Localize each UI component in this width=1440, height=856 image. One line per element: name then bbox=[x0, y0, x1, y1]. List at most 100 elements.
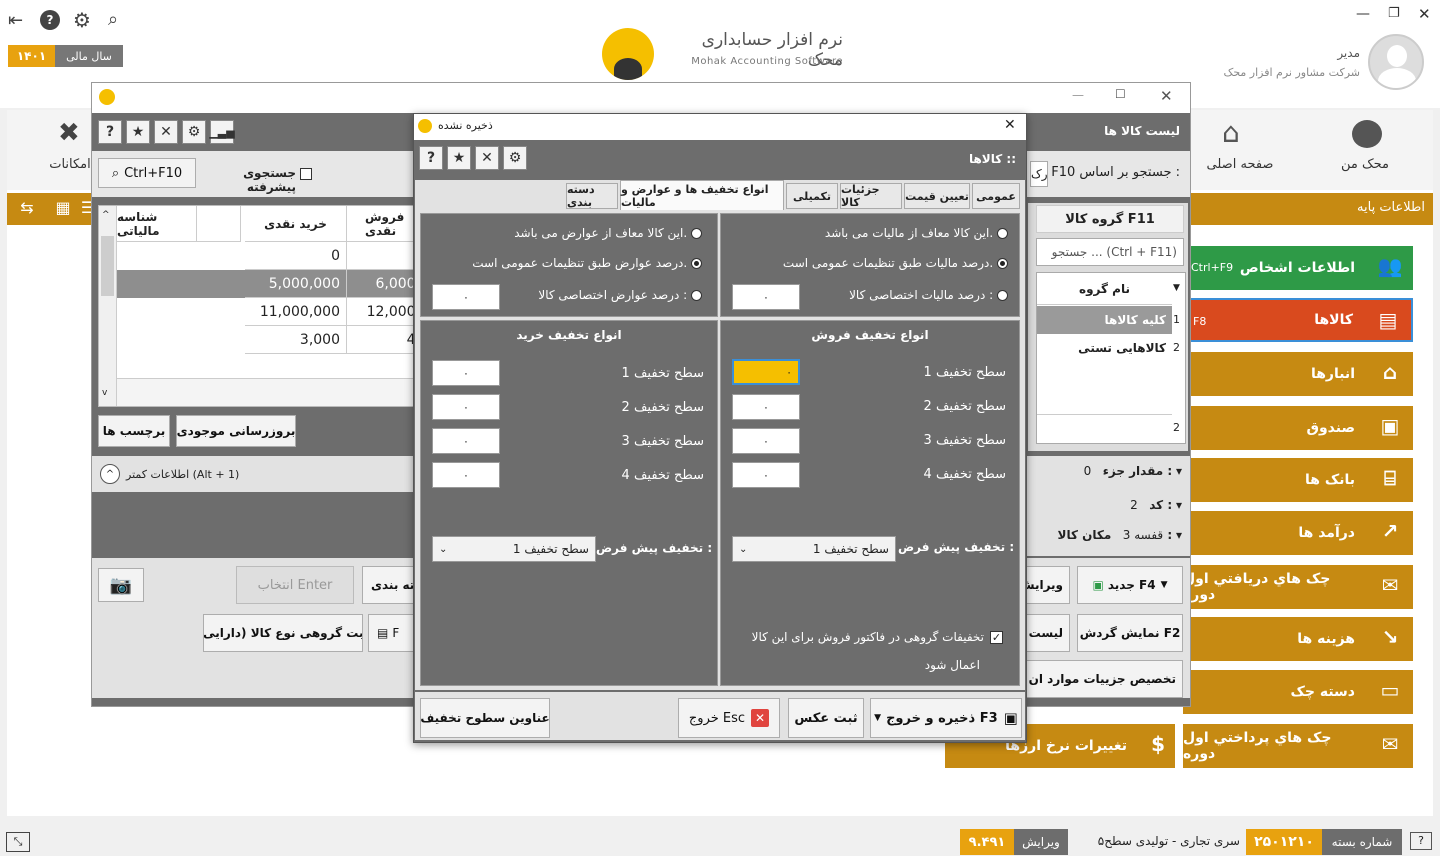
buy-level-4-input[interactable]: ۰ bbox=[432, 462, 500, 488]
update-stock-button[interactable]: بروزرسانی موجودی bbox=[176, 415, 296, 447]
table-row-selected[interactable]: 5,000,000 6,000, bbox=[117, 270, 415, 298]
sidebar-item-paid-cheques[interactable]: چک هاي پرداختي اول دوره ✉ bbox=[1183, 724, 1413, 768]
labels-button[interactable]: برچسب ها bbox=[98, 415, 170, 447]
advanced-search-checkbox[interactable] bbox=[300, 168, 312, 180]
collapse-icon[interactable]: ⇆ bbox=[10, 198, 44, 220]
minimize-icon[interactable]: — bbox=[1356, 6, 1370, 22]
specialize-details-button[interactable]: ▼تخصیص جزییات موارد ان bbox=[1026, 660, 1183, 698]
search-icon[interactable]: ⌕ bbox=[108, 9, 118, 30]
less-info-label[interactable]: اطلاعات کمتر (Alt + 1) bbox=[126, 468, 240, 481]
show-turnover-button[interactable]: نمایش گردش F2 bbox=[1077, 614, 1183, 652]
goods-window-minimize-icon[interactable]: — bbox=[1072, 88, 1084, 102]
grid-hscroll[interactable] bbox=[117, 378, 415, 406]
tab-general[interactable]: عمومی bbox=[972, 183, 1020, 209]
select-input[interactable]: انتخاب Enter bbox=[236, 566, 354, 604]
search-basis-value[interactable]: بارک bbox=[1030, 161, 1048, 187]
sale-level-4-input[interactable]: ۰ bbox=[732, 462, 800, 488]
group-search-input[interactable]: جستجو ... (Ctrl + F11) bbox=[1036, 238, 1184, 266]
table-row[interactable]: 3,000 4, bbox=[117, 326, 415, 354]
search-key-button[interactable]: ⌕ Ctrl+F10 bbox=[98, 158, 196, 188]
my-mohak-label[interactable]: محک من bbox=[1320, 157, 1410, 172]
status-help-icon[interactable]: ? bbox=[1410, 832, 1432, 850]
register-photo-button[interactable]: ثبت عکس bbox=[788, 698, 864, 738]
sidebar-item-income[interactable]: درآمد ها ↗ bbox=[1183, 511, 1413, 555]
tab-goods-details[interactable]: جزئیات کالا bbox=[840, 183, 902, 209]
dialog-close-icon[interactable]: ✕ bbox=[1004, 117, 1016, 133]
chart-icon[interactable]: ▁▃▅ bbox=[209, 120, 235, 144]
sidebar-item-received-cheques[interactable]: چک هاي دريافتي اول دوره ✉ bbox=[1183, 565, 1413, 609]
logout-icon[interactable]: ⇤ bbox=[8, 10, 23, 31]
close-icon[interactable]: ✕ bbox=[1418, 5, 1431, 23]
fiscal-year-label[interactable]: سال مالی bbox=[55, 45, 123, 67]
edit-button[interactable]: ویرایش bbox=[1026, 566, 1070, 604]
duty-general-radio[interactable]: درصد عوارض طبق تنظیمات عمومی است. bbox=[430, 256, 702, 270]
duty-custom-input[interactable]: ۰ bbox=[432, 284, 500, 310]
star-icon[interactable]: ★ bbox=[126, 120, 150, 144]
tab-pricing[interactable]: تعیین قیمت bbox=[904, 183, 970, 209]
grid-scrollbar[interactable]: ^ v bbox=[99, 206, 117, 406]
group-register-button[interactable]: ثبت گروهی نوع کالا (دارایی) bbox=[203, 614, 363, 652]
buy-default-discount-select[interactable]: ⌄ سطح تخفیف 1 bbox=[432, 536, 596, 562]
new-button[interactable]: ▣ جدید F4 ▼ bbox=[1077, 566, 1183, 604]
qty-part-row[interactable]: 0 مقدار جزء : ▾ bbox=[1036, 464, 1182, 478]
tools-icon[interactable]: ✖ bbox=[58, 118, 80, 148]
sidebar-item-expenses[interactable]: هزينه ها ↘ bbox=[1183, 617, 1413, 661]
gear-icon[interactable]: ⚙ bbox=[182, 120, 206, 144]
location-row[interactable]: قفسه 3 مکان کالا : ▾ bbox=[1036, 528, 1182, 542]
status-window-icon[interactable]: ⤡ bbox=[6, 832, 30, 852]
print-button[interactable]: ▤ F bbox=[368, 614, 414, 652]
save-exit-button[interactable]: ▼ ذخیره و خروج F3 ▣ bbox=[870, 698, 1022, 738]
restore-icon[interactable]: ❐ bbox=[1388, 6, 1400, 21]
sidebar-item-chequebook[interactable]: دسته چک ▭ bbox=[1183, 670, 1413, 714]
group-column-header[interactable]: نام گروه bbox=[1037, 273, 1172, 305]
column-header-tax-id[interactable]: شناسه مالیاتی bbox=[117, 206, 197, 242]
chevron-down-icon[interactable]: ▼ bbox=[1173, 283, 1180, 293]
sidebar-item-people[interactable]: اطلاعات اشخاص Ctrl+F9 👥 bbox=[1183, 246, 1413, 290]
column-header-cash-sell[interactable]: فروش نقدی bbox=[347, 206, 415, 242]
tax-general-radio[interactable]: درصد مالیات طبق تنظیمات عمومی است. bbox=[730, 256, 1008, 270]
sidebar-item-cashbox[interactable]: صندوق ▣ bbox=[1183, 406, 1413, 450]
star-icon[interactable]: ★ bbox=[447, 146, 471, 170]
table-row[interactable]: 11,000,000 12,000, bbox=[117, 298, 415, 326]
sale-level-3-input[interactable]: ۰ bbox=[732, 428, 800, 454]
tax-custom-radio[interactable]: درصد مالیات اختصاصی کالا : bbox=[808, 288, 1008, 302]
tab-supplementary[interactable]: تکمیلی bbox=[786, 183, 838, 209]
category-button[interactable]: دسته بندی bbox=[362, 566, 414, 604]
sidebar-item-goods[interactable]: کالاها F8 ▤ bbox=[1183, 298, 1413, 342]
chevron-up-icon[interactable]: ^ bbox=[100, 464, 120, 484]
help-icon[interactable]: ? bbox=[419, 146, 443, 170]
home-icon[interactable]: ⌂ bbox=[1222, 116, 1240, 149]
gear-icon[interactable]: ⚙ bbox=[503, 146, 527, 170]
discount-level-titles-button[interactable]: عناوین سطوح تخفیف bbox=[420, 698, 550, 738]
list-item-selected[interactable]: کلیه کالاها bbox=[1037, 306, 1172, 334]
tab-discounts-taxes[interactable]: انواع تخفیف ها و عوارض و مالیات bbox=[620, 180, 784, 210]
tab-categories[interactable]: دسته بندی bbox=[566, 183, 618, 209]
tax-custom-input[interactable]: ۰ bbox=[732, 284, 800, 310]
my-mohak-icon[interactable] bbox=[1352, 120, 1382, 148]
sidebar-item-banks[interactable]: بانک ها ⌸ bbox=[1183, 458, 1413, 502]
help-icon[interactable]: ? bbox=[40, 10, 60, 30]
buy-level-3-input[interactable]: ۰ bbox=[432, 428, 500, 454]
sidebar-item-warehouses[interactable]: انبارها ⌂ bbox=[1183, 352, 1413, 396]
exit-button[interactable]: خروج Esc ✕ bbox=[678, 698, 780, 738]
grid-view-icon[interactable]: ▦ bbox=[50, 198, 76, 220]
list-item[interactable]: کالاهایی تستی bbox=[1037, 334, 1172, 362]
sale-level-1-input[interactable]: ۰ bbox=[732, 359, 800, 385]
goods-window-maximize-icon[interactable]: ☐ bbox=[1115, 87, 1126, 101]
avatar[interactable] bbox=[1368, 34, 1424, 90]
column-header-cash-buy[interactable]: خرید نقدی bbox=[245, 206, 347, 242]
tax-exempt-radio[interactable]: این کالا معاف از مالیات می باشد. bbox=[730, 226, 1008, 240]
list-button[interactable]: لیست bbox=[1026, 614, 1070, 652]
code-row[interactable]: 2 کد : ▾ bbox=[1036, 498, 1182, 512]
help-icon[interactable]: ? bbox=[98, 120, 122, 144]
buy-level-1-input[interactable]: ۰ bbox=[432, 360, 500, 386]
camera-button[interactable]: 📷 bbox=[98, 568, 144, 602]
home-label[interactable]: صفحه اصلی bbox=[1195, 157, 1285, 172]
tools-icon[interactable]: ✕ bbox=[154, 120, 178, 144]
group-discount-checkbox[interactable]: ✓ bbox=[990, 631, 1003, 644]
gear-icon[interactable]: ⚙ bbox=[73, 8, 91, 32]
sale-default-discount-select[interactable]: ⌄ سطح تخفیف 1 bbox=[732, 536, 896, 562]
goods-window-close-icon[interactable]: ✕ bbox=[1160, 87, 1173, 105]
column-header-blank[interactable] bbox=[197, 206, 241, 242]
sale-level-2-input[interactable]: ۰ bbox=[732, 394, 800, 420]
